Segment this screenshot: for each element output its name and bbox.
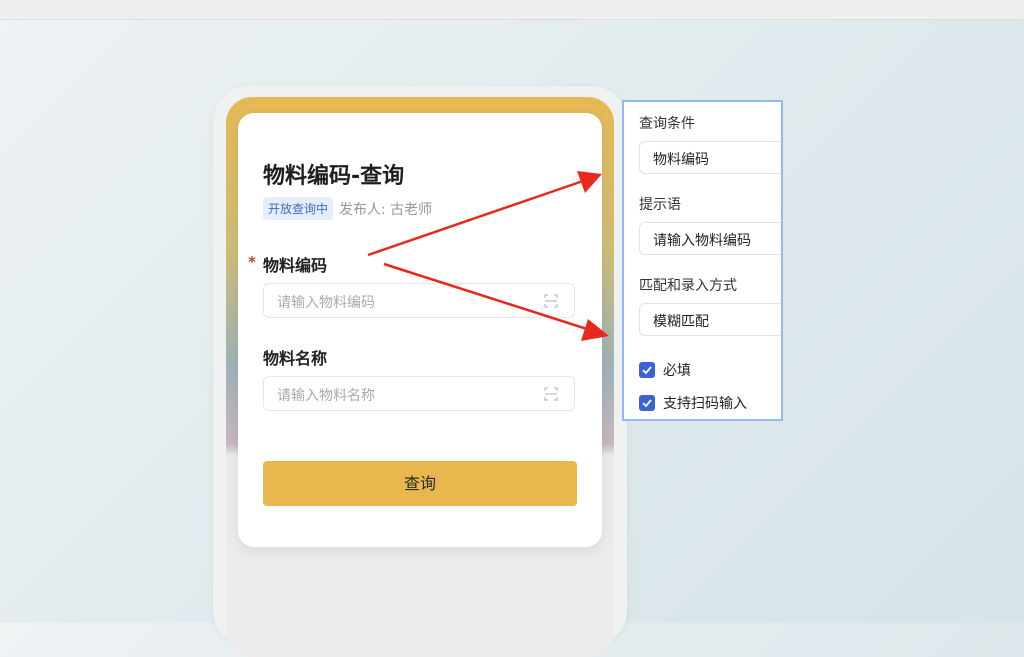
hint-value: 请输入物料编码 bbox=[653, 233, 751, 249]
browser-top-bar bbox=[0, 0, 1024, 20]
material-code-label: 物料编码 bbox=[263, 256, 328, 275]
status-badge: 开放查询中 bbox=[263, 197, 334, 220]
publisher-text: 发布人: 古老师 bbox=[339, 201, 433, 218]
material-name-placeholder: 请输入物料名称 bbox=[277, 388, 375, 404]
required-checkbox[interactable] bbox=[639, 362, 655, 378]
hint-input[interactable]: 请输入物料编码 bbox=[639, 222, 781, 255]
check-icon bbox=[642, 399, 652, 408]
required-mark: * bbox=[248, 253, 256, 271]
scan-input-checkbox[interactable] bbox=[639, 395, 655, 411]
field-config-panel: 查询条件 物料编码 提示语 请输入物料编码 匹配和录入方式 模糊匹配 必填 支持… bbox=[622, 100, 783, 421]
material-code-input[interactable]: 请输入物料编码 bbox=[263, 283, 575, 318]
material-code-placeholder: 请输入物料编码 bbox=[277, 295, 375, 311]
scan-checkbox-row[interactable]: 支持扫码输入 bbox=[639, 393, 747, 413]
query-button[interactable]: 查询 bbox=[263, 461, 577, 506]
form-card: 物料编码-查询 开放查询中 发布人: 古老师 * 物料编码 请输入物料编码 物料… bbox=[238, 113, 602, 547]
material-name-label: 物料名称 bbox=[263, 349, 328, 368]
form-meta: 开放查询中 发布人: 古老师 bbox=[263, 197, 432, 220]
query-condition-select[interactable]: 物料编码 bbox=[639, 141, 781, 174]
scan-checkbox-label: 支持扫码输入 bbox=[663, 396, 747, 412]
hint-label: 提示语 bbox=[639, 197, 681, 213]
required-checkbox-label: 必填 bbox=[663, 363, 691, 379]
match-mode-value: 模糊匹配 bbox=[653, 314, 709, 330]
required-checkbox-row[interactable]: 必填 bbox=[639, 360, 691, 380]
scan-icon[interactable] bbox=[544, 387, 558, 401]
match-mode-select[interactable]: 模糊匹配 bbox=[639, 303, 781, 336]
form-title: 物料编码-查询 bbox=[263, 164, 405, 189]
scan-icon[interactable] bbox=[544, 294, 558, 308]
query-condition-label: 查询条件 bbox=[639, 116, 695, 132]
match-mode-label: 匹配和录入方式 bbox=[639, 278, 737, 294]
check-icon bbox=[642, 366, 652, 375]
material-name-input[interactable]: 请输入物料名称 bbox=[263, 376, 575, 411]
query-condition-value: 物料编码 bbox=[653, 152, 709, 168]
